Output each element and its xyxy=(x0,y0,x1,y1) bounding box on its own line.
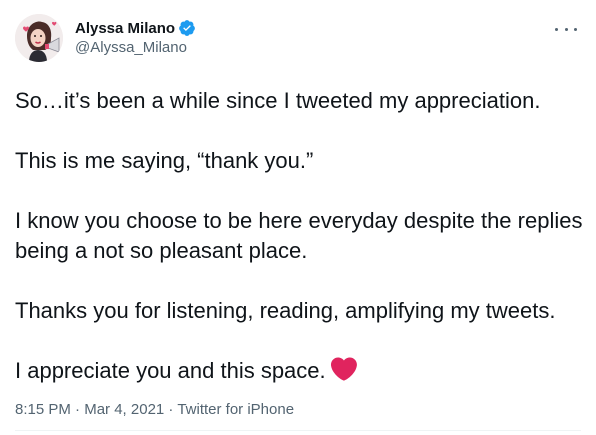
tweet-header: Alyssa Milano @Alyssa_Milano xyxy=(15,14,581,66)
display-name[interactable]: Alyssa Milano xyxy=(75,20,175,37)
tweet-meta: 8:15 PM · Mar 4, 2021 · Twitter for iPho… xyxy=(15,401,294,418)
avatar-illustration xyxy=(15,14,63,62)
tweet-card: Alyssa Milano @Alyssa_Milano So…it’s bee… xyxy=(0,0,596,435)
meta-separator: · xyxy=(70,401,85,418)
more-dot xyxy=(555,27,558,31)
tweet-paragraph: I know you choose to be here everyday de… xyxy=(15,208,583,263)
tweet-text: So…it’s been a while since I tweeted my … xyxy=(15,86,585,386)
tweet-time-link[interactable]: 8:15 PM · Mar 4, 2021 xyxy=(15,401,164,418)
tweet-date: Mar 4, 2021 xyxy=(84,401,165,418)
tweet-paragraph: This is me saying, “thank you.” xyxy=(15,148,314,173)
user-handle[interactable]: @Alyssa_Milano xyxy=(75,39,196,56)
tweet-paragraph-last: I appreciate you and this space. xyxy=(15,356,585,386)
display-name-row: Alyssa Milano xyxy=(75,18,196,38)
user-names: Alyssa Milano @Alyssa_Milano xyxy=(75,18,196,56)
avatar[interactable] xyxy=(15,14,63,62)
more-dot xyxy=(574,27,577,31)
tweet-paragraph: So…it’s been a while since I tweeted my … xyxy=(15,88,541,113)
more-options-icon[interactable] xyxy=(555,22,577,36)
heart-icon xyxy=(330,357,357,382)
tweet-paragraph-text: I appreciate you and this space. xyxy=(15,358,326,383)
tweet-paragraph: Thanks you for listening, reading, ampli… xyxy=(15,298,556,323)
tweet-time: 8:15 PM xyxy=(15,401,71,418)
more-dot xyxy=(564,27,568,31)
tweet-source-link[interactable]: Twitter for iPhone xyxy=(177,401,294,418)
verified-badge-icon xyxy=(178,19,196,37)
divider xyxy=(15,430,581,431)
meta-separator: · xyxy=(164,401,178,418)
